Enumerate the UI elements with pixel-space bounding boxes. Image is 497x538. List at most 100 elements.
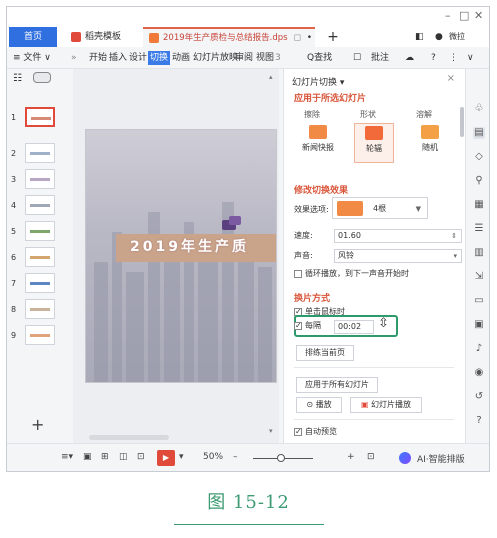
history-icon[interactable]: ↺ xyxy=(473,391,485,403)
zoom-value[interactable]: 50% xyxy=(203,452,223,462)
ai-layout-button[interactable]: AI·智能排版 xyxy=(417,452,465,465)
every-time-input[interactable]: 00:02 xyxy=(334,320,374,334)
autopreview-row[interactable]: 自动预览 xyxy=(294,425,464,439)
audio-icon[interactable]: ♪ xyxy=(473,343,485,355)
slide-thumbnail[interactable] xyxy=(25,143,55,163)
menu-view[interactable]: 视图 xyxy=(256,47,274,69)
loop-checkbox[interactable] xyxy=(294,269,302,278)
slide-title[interactable]: 2019年生产质 xyxy=(130,236,249,256)
fit-window-icon[interactable]: ⊡ xyxy=(367,452,375,462)
transition-icon[interactable]: ▤ xyxy=(473,127,485,139)
menu-slideshow[interactable]: 幻灯片放映 xyxy=(193,47,238,69)
minimize-button[interactable]: – xyxy=(445,9,451,22)
help-button[interactable]: ? xyxy=(431,47,436,69)
tab-home[interactable]: 首页 xyxy=(9,27,57,47)
effects-scrollbar[interactable] xyxy=(460,107,464,137)
scroll-up-icon[interactable]: ▴ xyxy=(269,73,273,81)
outline-view-icon[interactable]: ☷ xyxy=(13,73,22,84)
effect-options-dropdown[interactable]: 4根 ▼ xyxy=(332,197,428,219)
slide-thumbnail[interactable] xyxy=(25,221,55,241)
panel-title[interactable]: 幻灯片切换 ▾ xyxy=(292,75,344,88)
zoom-in-button[interactable]: + xyxy=(347,452,355,462)
play-button[interactable]: ⊙ 播放 xyxy=(296,397,342,413)
tab-options-icon[interactable]: ◻ xyxy=(293,33,300,43)
reading-view-icon[interactable]: ◫ xyxy=(119,452,128,462)
collapse-ribbon-icon[interactable]: ∨ xyxy=(467,47,474,69)
layout-grid-icon[interactable]: ▦ xyxy=(473,199,485,211)
menu-design[interactable]: 设计 xyxy=(129,47,147,69)
effect-label[interactable]: 形状 xyxy=(360,109,376,120)
user-name[interactable]: 微拉 xyxy=(449,27,465,47)
adjust-icon[interactable]: ☰ xyxy=(473,223,485,235)
more-options-icon[interactable]: ⋮ xyxy=(449,47,458,69)
file-menu[interactable]: ≡ 文件 ∨ xyxy=(13,47,51,69)
avatar[interactable]: ● xyxy=(435,27,443,47)
effect-label[interactable]: 溶解 xyxy=(416,109,432,120)
slide-thumbnail[interactable] xyxy=(25,299,55,319)
close-window-button[interactable]: ✕ xyxy=(474,9,483,22)
effect-random[interactable]: 随机 xyxy=(410,123,450,163)
every-checkbox[interactable] xyxy=(294,319,302,333)
effect-wheel[interactable]: 轮辐 xyxy=(354,123,394,163)
cloud-sync-icon[interactable]: ☁ xyxy=(405,47,414,69)
effect-label[interactable]: 擦除 xyxy=(304,109,320,120)
normal-view-icon[interactable]: ▣ xyxy=(83,452,92,462)
slideshow-play-button[interactable]: ▶ xyxy=(157,450,175,466)
zoom-out-button[interactable]: – xyxy=(233,452,238,462)
close-panel-icon[interactable]: × xyxy=(447,73,455,84)
slide-thumbnail[interactable] xyxy=(25,107,55,127)
slide-thumbnail[interactable] xyxy=(25,195,55,215)
menu-review[interactable]: 审阅 xyxy=(235,47,253,69)
share-icon[interactable]: ☐ xyxy=(353,47,361,69)
horizontal-scrollbar[interactable] xyxy=(81,433,271,441)
slide-thumbnail[interactable] xyxy=(25,273,55,293)
speed-input[interactable]: 01.60 ⇕ xyxy=(334,229,462,243)
menu-overflow[interactable]: 3 xyxy=(275,47,281,69)
comment-panel-icon[interactable]: ▭ xyxy=(473,295,485,307)
menu-start[interactable]: 开始 xyxy=(89,47,107,69)
comment-button[interactable]: 批注 xyxy=(371,47,389,69)
image-icon[interactable]: ▣ xyxy=(473,319,485,331)
slide-thumbnail[interactable] xyxy=(25,325,55,345)
slide-thumbnail[interactable] xyxy=(25,247,55,267)
help-circle-icon[interactable]: ? xyxy=(473,415,485,427)
slideshow-button[interactable]: ▣ 幻灯片播放 xyxy=(350,397,422,413)
slide-thumbnail[interactable] xyxy=(25,169,55,189)
presenter-icon[interactable]: ⊡ xyxy=(137,452,145,462)
play-options-icon[interactable]: ▾ xyxy=(179,452,184,462)
format-painter-icon[interactable]: ♧ xyxy=(473,103,485,115)
slide-sorter-icon[interactable]: ⊞ xyxy=(101,452,109,462)
tab-templates[interactable]: 稻壳模板 xyxy=(65,27,137,47)
menu-animation[interactable]: 动画 xyxy=(172,47,190,69)
shape-icon[interactable]: ◇ xyxy=(473,151,485,163)
zoom-slider-handle[interactable] xyxy=(277,454,285,462)
new-tab-button[interactable]: + xyxy=(323,27,343,47)
record-icon[interactable]: ◉ xyxy=(473,367,485,379)
thumbnail-view-icon[interactable] xyxy=(33,72,51,83)
notes-icon[interactable]: ≡▾ xyxy=(61,452,73,462)
animation-icon[interactable]: ⚲ xyxy=(473,175,485,187)
sound-select[interactable]: 风铃 ▾ xyxy=(334,249,462,263)
rehearse-button[interactable]: 排练当前页 xyxy=(296,345,354,361)
ribbon-menu: ≡ 文件 ∨ » 开始 插入 设计 切换 动画 幻灯片放映 审阅 视图 3 Q查… xyxy=(7,47,489,69)
autopreview-checkbox[interactable] xyxy=(294,425,302,439)
spinner-icon[interactable]: ⇕ xyxy=(451,230,457,242)
share-out-icon[interactable]: ⇲ xyxy=(473,271,485,283)
loop-row[interactable]: 循环播放，到下一声音开始时 xyxy=(294,267,464,281)
slide-canvas[interactable]: 2019年生产质 xyxy=(85,129,277,383)
template-icon[interactable]: ▥ xyxy=(473,247,485,259)
apply-all-button[interactable]: 应用于所有幻灯片 xyxy=(296,377,378,393)
tab-document[interactable]: 2019年生产质检与总结报告.dps ◻ • xyxy=(143,27,315,47)
add-slide-button[interactable]: + xyxy=(31,415,44,434)
menu-insert[interactable]: 插入 xyxy=(109,47,127,69)
layout-icon[interactable]: ◧ xyxy=(415,27,424,47)
effect-name: 随机 xyxy=(422,143,438,152)
apply-selected-heading: 应用于所选幻灯片 xyxy=(294,94,367,104)
menu-transition[interactable]: 切换 xyxy=(148,51,171,65)
maximize-button[interactable]: □ xyxy=(459,9,469,22)
effect-news-flash[interactable]: 新闻快报 xyxy=(298,123,338,163)
scrollbar-thumb[interactable] xyxy=(89,435,169,440)
divider xyxy=(294,367,454,368)
search-button[interactable]: Q查找 xyxy=(307,47,332,69)
menu-more-left-icon[interactable]: » xyxy=(71,47,77,69)
